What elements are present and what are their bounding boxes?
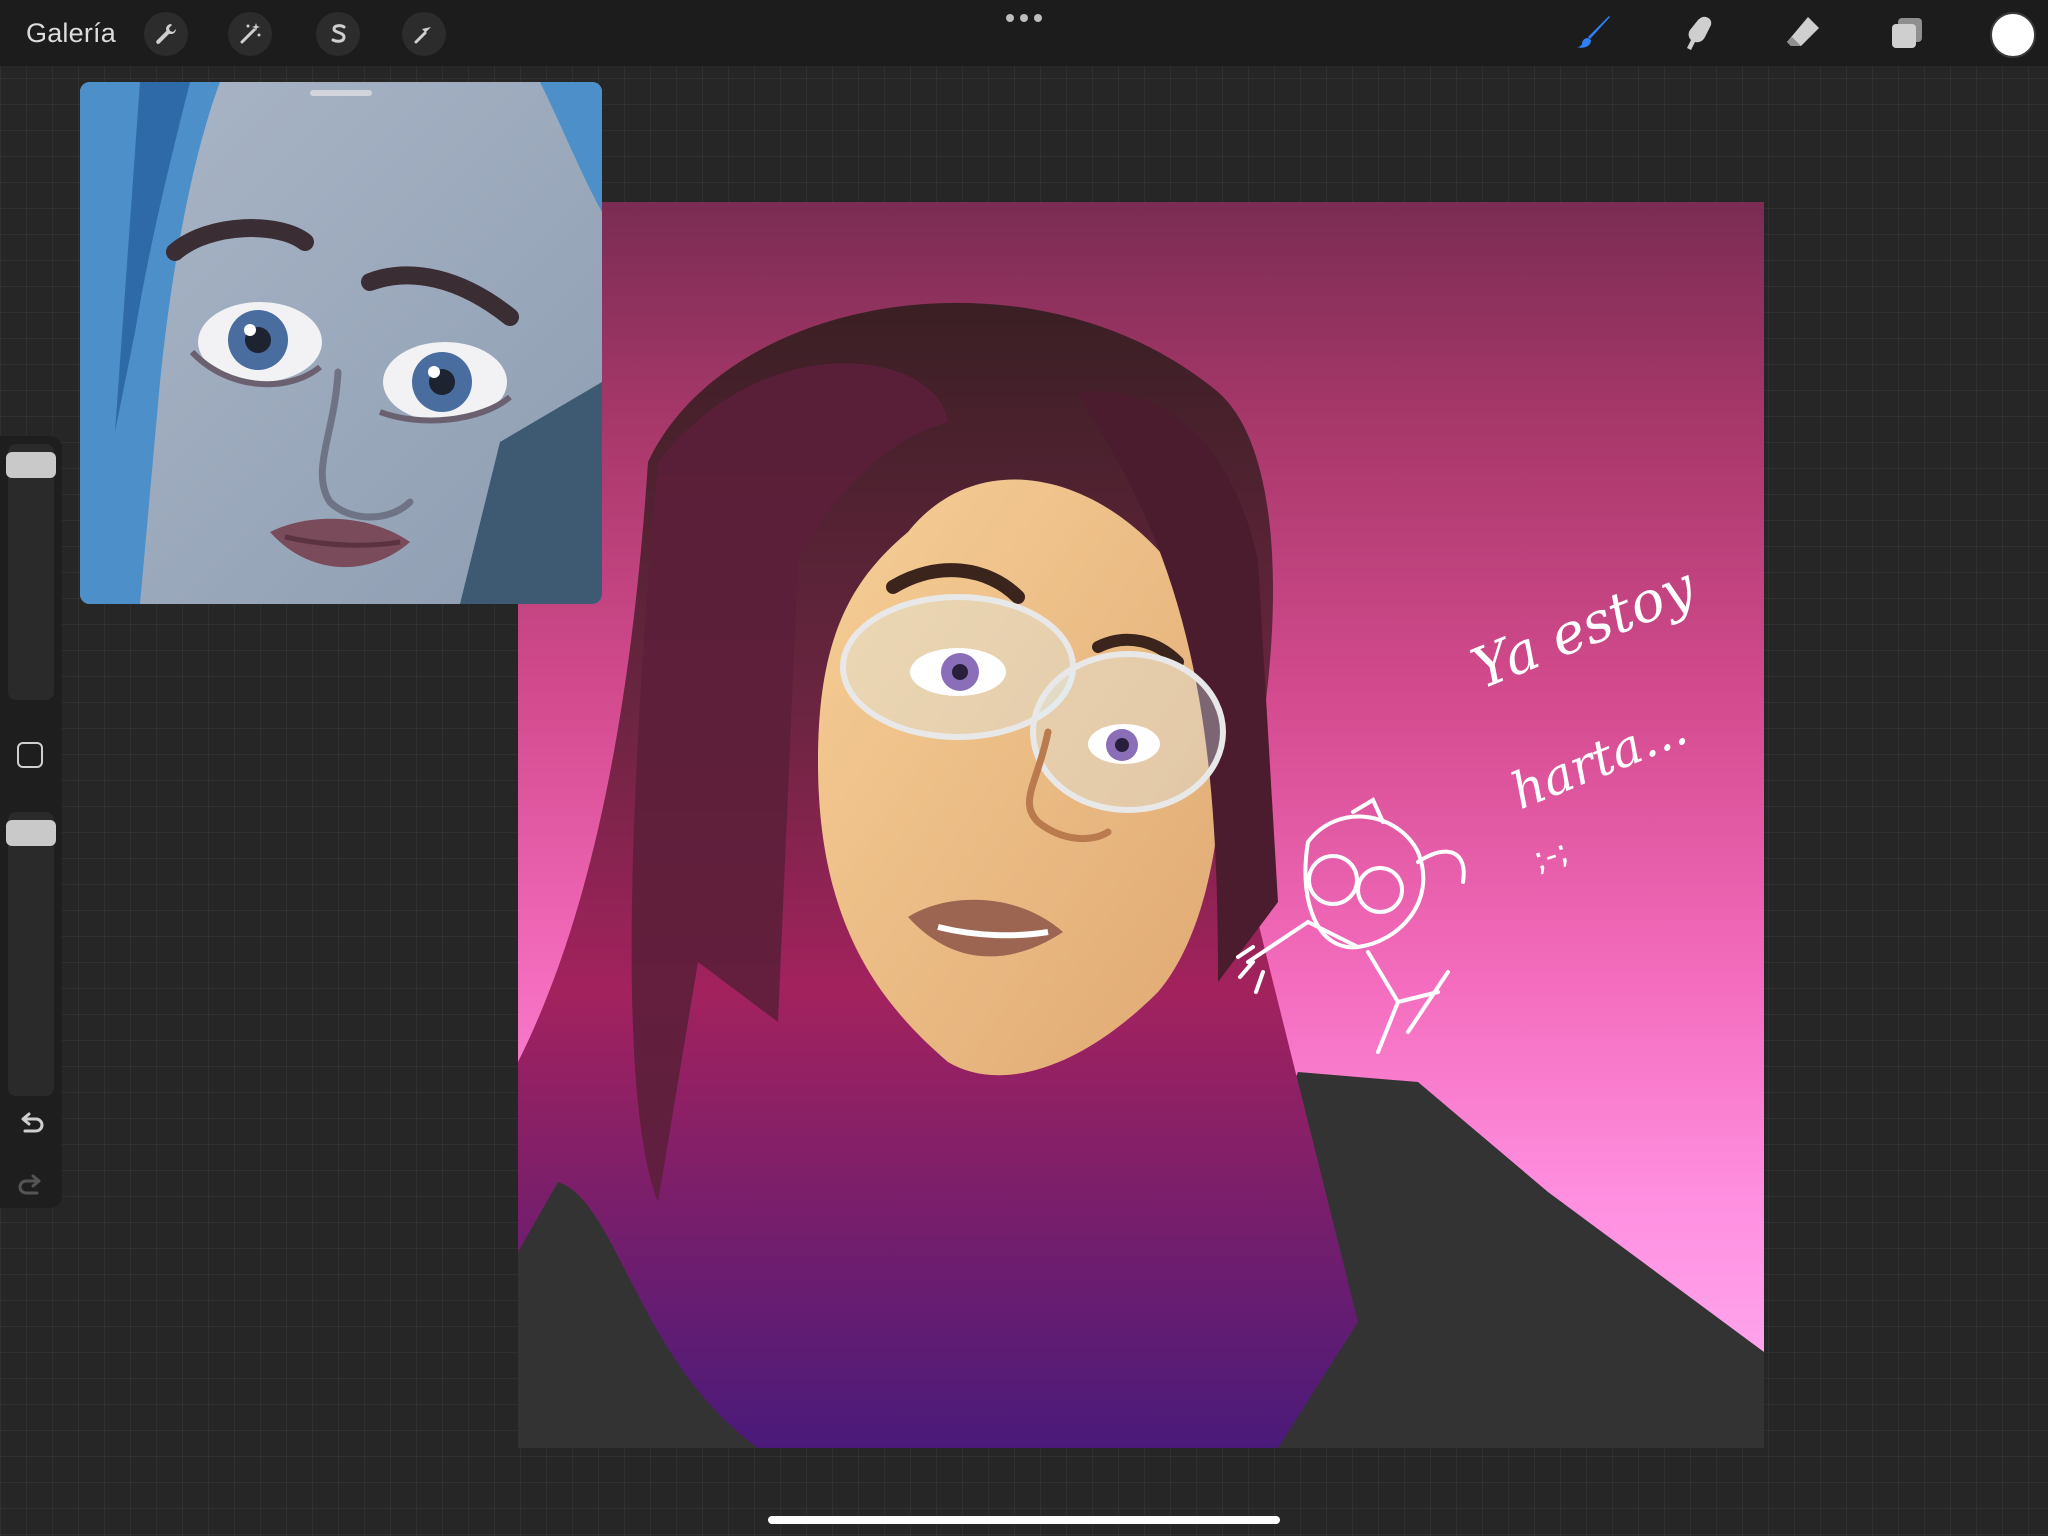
opacity-thumb[interactable] [6, 820, 56, 846]
redo-arrow-icon [18, 1174, 41, 1195]
home-indicator[interactable] [768, 1516, 1280, 1524]
eraser-icon [1787, 17, 1819, 46]
arrow-cursor-icon [414, 27, 431, 44]
undo-button[interactable] [14, 1108, 48, 1142]
reference-photo [80, 82, 602, 604]
color-picker-swatch[interactable] [1990, 12, 2036, 58]
transform-button[interactable] [402, 12, 446, 56]
selection-s-icon [331, 24, 346, 43]
magic-wand-icon [240, 23, 261, 44]
more-dots-icon[interactable] [1006, 8, 1042, 28]
eraser-tool-button[interactable] [1780, 10, 1826, 56]
opacity-slider[interactable] [6, 812, 56, 1096]
undo-arrow-icon [21, 1112, 44, 1133]
actions-button[interactable] [144, 12, 188, 56]
selection-button[interactable] [316, 12, 360, 56]
reference-window[interactable] [80, 82, 602, 604]
reference-drag-handle[interactable] [310, 90, 372, 96]
square-modify-icon[interactable] [17, 742, 43, 768]
top-toolbar: Galería [0, 0, 2048, 66]
smudge-tool-button[interactable] [1676, 10, 1722, 56]
brush-size-slider[interactable] [6, 444, 56, 700]
brush-size-thumb[interactable] [6, 452, 56, 478]
artwork-illustration [518, 302, 1764, 1448]
brush-tool-button[interactable] [1572, 10, 1618, 56]
adjustments-button[interactable] [228, 12, 272, 56]
drawing-canvas[interactable]: Ya estoy harta... ;-; [518, 202, 1764, 1448]
redo-button[interactable] [14, 1170, 48, 1204]
gallery-button[interactable]: Galería [26, 14, 116, 52]
layers-icon [1892, 18, 1922, 48]
brush-icon [1577, 16, 1610, 48]
wrench-icon [156, 24, 177, 44]
layers-button[interactable] [1884, 10, 1930, 56]
left-sidebar [0, 436, 62, 1208]
smudge-finger-icon [1687, 16, 1712, 50]
